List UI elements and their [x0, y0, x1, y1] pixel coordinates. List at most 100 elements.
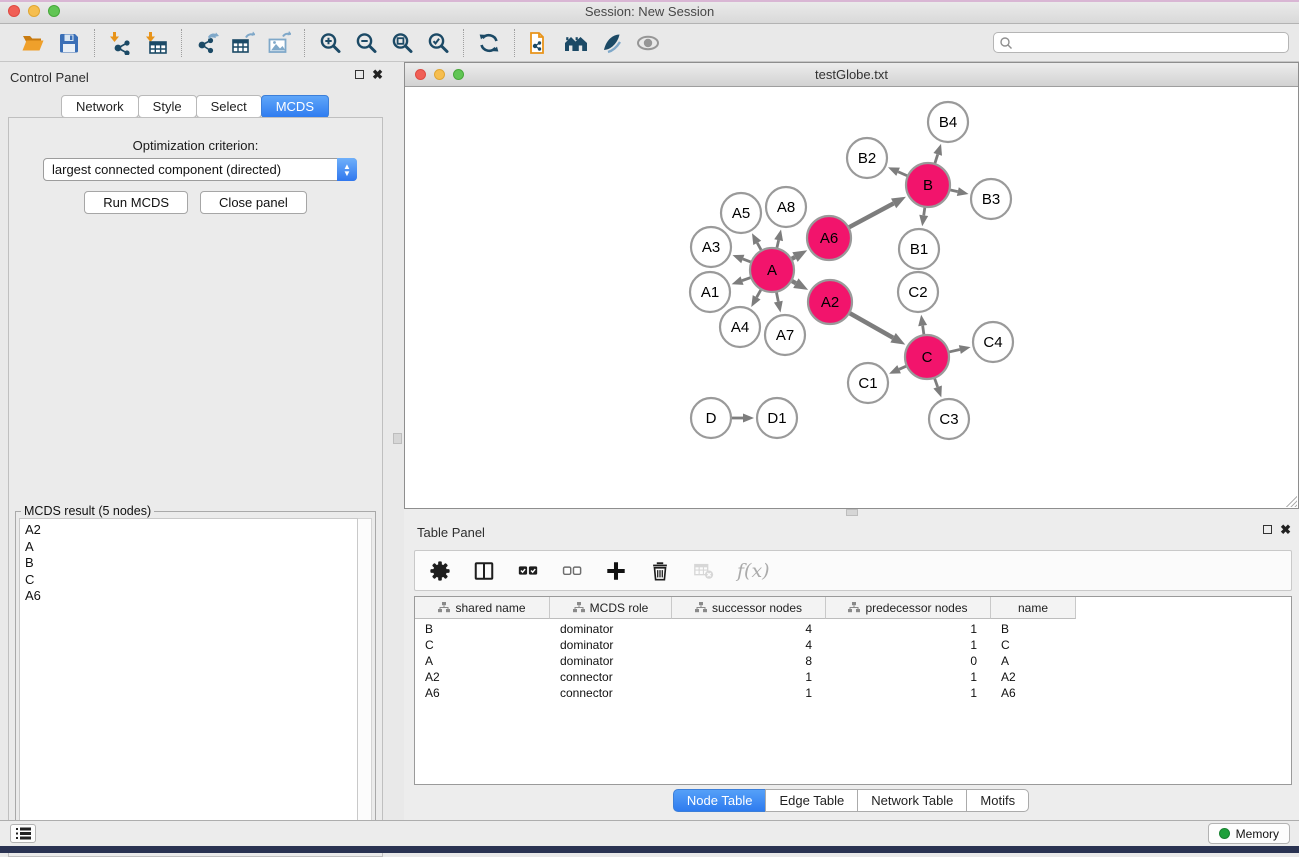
mcds-result-item[interactable]: A6: [25, 588, 357, 605]
task-history-button[interactable]: [10, 824, 36, 843]
zoom-in-icon[interactable]: [317, 30, 343, 56]
mcds-result-item[interactable]: A: [25, 539, 357, 556]
column-header-successor-nodes[interactable]: successor nodes: [672, 597, 826, 619]
annotation-pen-icon[interactable]: [599, 30, 625, 56]
zoom-out-icon[interactable]: [353, 30, 379, 56]
table-row[interactable]: A2connector11A2: [415, 669, 1291, 685]
network-graph[interactable]: B4B2BB3A8A5A6A3B1AA1C2A2A4A7C4CC1DD1C3: [405, 87, 1298, 508]
table-cell[interactable]: dominator: [550, 653, 672, 669]
table-cell[interactable]: A2: [991, 669, 1076, 685]
refresh-icon[interactable]: [476, 30, 502, 56]
table-cell[interactable]: 0: [826, 653, 991, 669]
table-cell[interactable]: B: [415, 621, 550, 637]
tab-network[interactable]: Network: [61, 95, 139, 118]
table-cell[interactable]: B: [991, 621, 1076, 637]
table-cell[interactable]: 1: [672, 685, 826, 701]
export-table-icon[interactable]: [230, 30, 256, 56]
arrowhead-icon: [743, 414, 754, 423]
column-header-shared-name[interactable]: shared name: [415, 597, 550, 619]
table-cell[interactable]: 1: [826, 621, 991, 637]
deselect-all-icon[interactable]: [561, 560, 583, 582]
edge-A6-B[interactable]: [847, 203, 894, 228]
horizontal-splitter[interactable]: [404, 509, 1299, 517]
export-network-icon[interactable]: [194, 30, 220, 56]
table-row[interactable]: Adominator80A: [415, 653, 1291, 669]
table-cell[interactable]: A: [991, 653, 1076, 669]
delete-column-icon[interactable]: [649, 560, 671, 582]
table-cell[interactable]: A6: [415, 685, 550, 701]
tab-style[interactable]: Style: [138, 95, 197, 118]
application-window: Session: New Session Control Panel ✖ Net…: [0, 0, 1299, 853]
table-cell[interactable]: dominator: [550, 621, 672, 637]
table-cell[interactable]: 1: [826, 685, 991, 701]
column-header-MCDS-role[interactable]: MCDS role: [550, 597, 672, 619]
eye-icon[interactable]: [635, 30, 661, 56]
show-all-icon[interactable]: [563, 30, 589, 56]
node-label-A6: A6: [820, 230, 838, 247]
table-cell[interactable]: connector: [550, 685, 672, 701]
table-row[interactable]: Bdominator41B: [415, 621, 1291, 637]
table-cell[interactable]: 1: [826, 669, 991, 685]
search-field[interactable]: [993, 32, 1289, 53]
table-cell[interactable]: A2: [415, 669, 550, 685]
close-panel-icon[interactable]: ✖: [1280, 524, 1291, 535]
column-layout-icon[interactable]: [473, 560, 495, 582]
mcds-result-item[interactable]: A2: [25, 522, 357, 539]
splitter-grip[interactable]: [846, 509, 858, 516]
mcds-result-item[interactable]: C: [25, 572, 357, 589]
table-cell[interactable]: C: [415, 637, 550, 653]
settings-gear-icon[interactable]: [429, 560, 451, 582]
arrowhead-icon: [919, 215, 928, 227]
table-cell[interactable]: 1: [826, 637, 991, 653]
table-row[interactable]: Cdominator41C: [415, 637, 1291, 653]
vertical-splitter[interactable]: [391, 62, 404, 820]
mcds-result-list[interactable]: A2ABCA6: [19, 518, 358, 845]
table-cell[interactable]: A6: [991, 685, 1076, 701]
network-canvas[interactable]: B4B2BB3A8A5A6A3B1AA1C2A2A4A7C4CC1DD1C3: [405, 87, 1298, 508]
tab-motifs[interactable]: Motifs: [966, 789, 1029, 812]
table-cell[interactable]: connector: [550, 669, 672, 685]
import-table-icon[interactable]: [143, 30, 169, 56]
tab-edge-table[interactable]: Edge Table: [765, 789, 858, 812]
save-session-icon[interactable]: [56, 30, 82, 56]
zoom-selected-icon[interactable]: [425, 30, 451, 56]
table-cell[interactable]: A: [415, 653, 550, 669]
export-image-icon[interactable]: [266, 30, 292, 56]
memory-button[interactable]: Memory: [1208, 823, 1290, 844]
mcds-result-item[interactable]: B: [25, 555, 357, 572]
table-cell[interactable]: C: [991, 637, 1076, 653]
table-cell[interactable]: 8: [672, 653, 826, 669]
column-header-predecessor-nodes[interactable]: predecessor nodes: [826, 597, 991, 619]
close-panel-icon[interactable]: ✖: [372, 69, 383, 80]
select-all-icon[interactable]: [517, 560, 539, 582]
edge-A2-C[interactable]: [847, 312, 893, 338]
arrowhead-icon: [890, 333, 905, 345]
control-panel-header: Control Panel ✖: [0, 62, 391, 90]
table-cell[interactable]: 4: [672, 637, 826, 653]
tab-mcds[interactable]: MCDS: [261, 95, 329, 118]
close-panel-button[interactable]: Close panel: [200, 191, 307, 214]
open-session-icon[interactable]: [20, 30, 46, 56]
table-cell[interactable]: dominator: [550, 637, 672, 653]
node-table[interactable]: shared nameMCDS rolesuccessor nodesprede…: [414, 596, 1292, 785]
splitter-grip[interactable]: [393, 433, 402, 444]
float-panel-icon[interactable]: [355, 70, 364, 79]
table-cell[interactable]: 4: [672, 621, 826, 637]
search-input[interactable]: [1013, 36, 1288, 50]
optimization-dropdown[interactable]: largest connected component (directed) ▲…: [43, 158, 357, 181]
tab-select[interactable]: Select: [196, 95, 262, 118]
table-row[interactable]: A6connector11A6: [415, 685, 1291, 701]
resize-grip-icon[interactable]: [1285, 495, 1297, 507]
tab-network-table[interactable]: Network Table: [857, 789, 967, 812]
zoom-fit-icon[interactable]: [389, 30, 415, 56]
add-column-icon[interactable]: [605, 560, 627, 582]
float-panel-icon[interactable]: [1263, 525, 1272, 534]
run-mcds-button[interactable]: Run MCDS: [84, 191, 188, 214]
network-window-titlebar[interactable]: testGlobe.txt: [405, 63, 1298, 87]
mcds-result-scrollbar[interactable]: [358, 518, 372, 845]
duplicate-network-icon[interactable]: [527, 30, 553, 56]
column-header-name[interactable]: name: [991, 597, 1076, 619]
import-network-icon[interactable]: [107, 30, 133, 56]
table-cell[interactable]: 1: [672, 669, 826, 685]
tab-node-table[interactable]: Node Table: [673, 789, 767, 812]
